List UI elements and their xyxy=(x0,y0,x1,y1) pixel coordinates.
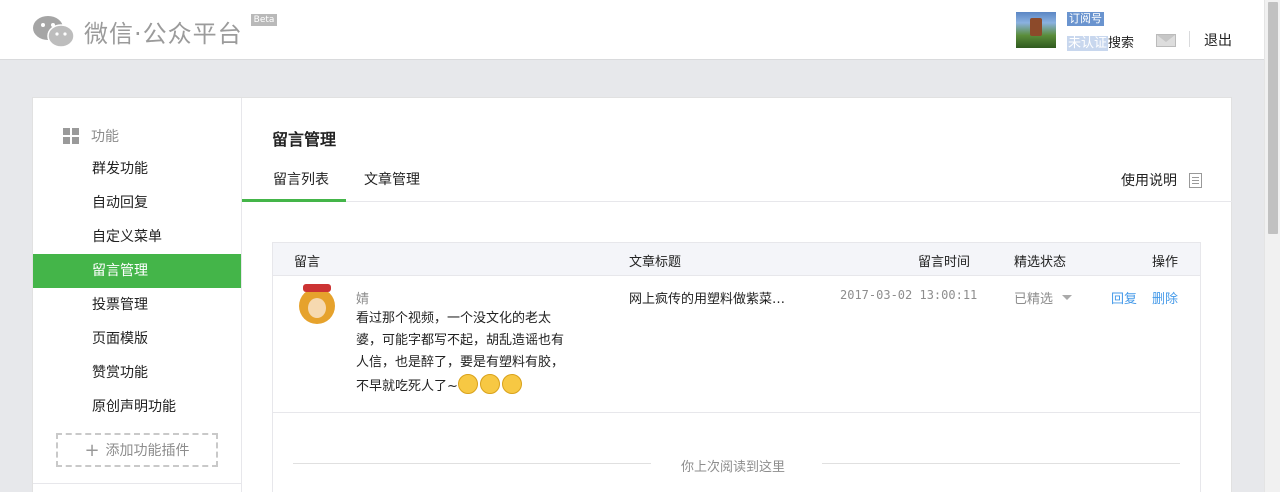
comment-line: 婆，可能字都写不起，胡乱造谣也有 xyxy=(356,333,565,348)
document-icon xyxy=(1189,172,1202,188)
help-link[interactable]: 使用说明 xyxy=(1121,170,1202,190)
header-featured-state: 精选状态 xyxy=(1014,255,1067,270)
account-status: 未认证搜索 xyxy=(1067,32,1134,51)
grid-icon xyxy=(63,128,79,144)
header-divider xyxy=(1189,31,1190,47)
sidebar-item-original-statement[interactable]: 原创声明功能 xyxy=(33,390,241,424)
chevron-down-icon xyxy=(1062,295,1073,300)
account-info[interactable]: 订阅号 未认证搜索 xyxy=(1016,12,1134,51)
header-actions: 操作 xyxy=(1152,255,1179,270)
commenter-name: 婧 xyxy=(356,292,370,307)
sidebar-item-comments[interactable]: 留言管理 xyxy=(33,254,241,288)
add-plugin-button[interactable]: + 添加功能插件 xyxy=(56,433,218,467)
content-area: 留言管理 留言列表 文章管理 使用说明 留言 文章标题 留言时间 精选状态 操作 xyxy=(242,98,1232,492)
plus-icon: + xyxy=(84,439,100,461)
account-status-text: 搜索 xyxy=(1108,36,1135,51)
emoji-icon xyxy=(501,374,522,394)
scrollbar-thumb[interactable] xyxy=(1268,2,1278,234)
logout-link[interactable]: 退出 xyxy=(1204,30,1232,50)
wechat-logo[interactable]: 微信·公众平台 Beta xyxy=(32,14,278,49)
sidebar-item-auto-reply[interactable]: 自动回复 xyxy=(33,186,241,220)
comment-line: 人信，也是醉了，要是有塑料有胶， xyxy=(356,355,565,370)
sidebar-item-reward[interactable]: 赞赏功能 xyxy=(33,356,241,390)
help-label: 使用说明 xyxy=(1121,173,1177,189)
tab-article-management[interactable]: 文章管理 xyxy=(364,162,420,202)
table-header: 留言 文章标题 留言时间 精选状态 操作 xyxy=(273,243,1200,276)
comment-line: 看过那个视频，一个没文化的老太 xyxy=(356,311,552,326)
commenter-avatar[interactable] xyxy=(293,284,343,332)
sidebar-item-mass-send[interactable]: 群发功能 xyxy=(33,152,241,186)
emoji-icon xyxy=(457,374,478,394)
sidebar-item-page-templates[interactable]: 页面模版 xyxy=(33,322,241,356)
featured-state-label: 已精选 xyxy=(1014,292,1054,307)
top-header: 微信·公众平台 Beta 订阅号 未认证搜索 退出 xyxy=(0,0,1264,60)
reply-link[interactable]: 回复 xyxy=(1111,288,1137,307)
wechat-icon xyxy=(32,15,76,49)
last-read-marker: 你上次阅读到这里 xyxy=(293,456,1180,476)
header-comment-time: 留言时间 xyxy=(918,255,971,270)
sidebar-divider xyxy=(33,483,241,484)
account-avatar[interactable] xyxy=(1016,12,1056,48)
sidebar-menu: 群发功能 自动回复 自定义菜单 留言管理 投票管理 页面模版 赞赏功能 原创声明… xyxy=(33,152,241,424)
sidebar: 功能 群发功能 自动回复 自定义菜单 留言管理 投票管理 页面模版 赞赏功能 原… xyxy=(33,98,242,492)
sidebar-section-title: 功能 xyxy=(63,126,119,146)
main-panel: 功能 群发功能 自动回复 自定义菜单 留言管理 投票管理 页面模版 赞赏功能 原… xyxy=(32,97,1232,492)
tab-comment-list[interactable]: 留言列表 xyxy=(242,162,346,202)
unverified-badge: 未认证 xyxy=(1067,36,1109,51)
sidebar-item-custom-menu[interactable]: 自定义菜单 xyxy=(33,220,241,254)
comment-text: 看过那个视频，一个没文化的老太 婆，可能字都写不起，胡乱造谣也有 人信，也是醉了… xyxy=(356,308,596,398)
comment-line-last: 不早就吃死人了~ xyxy=(356,374,596,398)
sidebar-section-label: 功能 xyxy=(91,129,119,145)
divider-line xyxy=(822,463,1180,464)
vertical-scrollbar[interactable] xyxy=(1264,0,1280,492)
article-title-link[interactable]: 网上疯传的用塑料做紫菜… xyxy=(629,288,804,307)
comment-time: 2017-03-02 13:00:11 xyxy=(840,288,978,302)
tab-bar: 留言列表 文章管理 xyxy=(242,162,1232,202)
divider-line xyxy=(293,463,651,464)
table-row: 婧 看过那个视频，一个没文化的老太 婆，可能字都写不起，胡乱造谣也有 人信，也是… xyxy=(273,276,1200,413)
delete-link[interactable]: 删除 xyxy=(1152,288,1178,307)
emoji-icon xyxy=(479,374,500,394)
platform-title: 微信·公众平台 xyxy=(84,20,243,48)
add-plugin-label: 添加功能插件 xyxy=(105,443,190,459)
header-comment: 留言 xyxy=(294,255,321,270)
last-read-label: 你上次阅读到这里 xyxy=(681,460,786,475)
beta-badge: Beta xyxy=(250,14,278,26)
header-article-title: 文章标题 xyxy=(629,255,682,270)
page-title: 留言管理 xyxy=(272,130,337,149)
sidebar-item-votes[interactable]: 投票管理 xyxy=(33,288,241,322)
mail-icon[interactable] xyxy=(1156,34,1176,47)
comments-table: 留言 文章标题 留言时间 精选状态 操作 婧 看过那个视频，一个没文化的老太 婆… xyxy=(272,242,1201,492)
account-type-badge: 订阅号 xyxy=(1067,12,1104,26)
featured-state-dropdown[interactable]: 已精选 xyxy=(1014,288,1073,307)
